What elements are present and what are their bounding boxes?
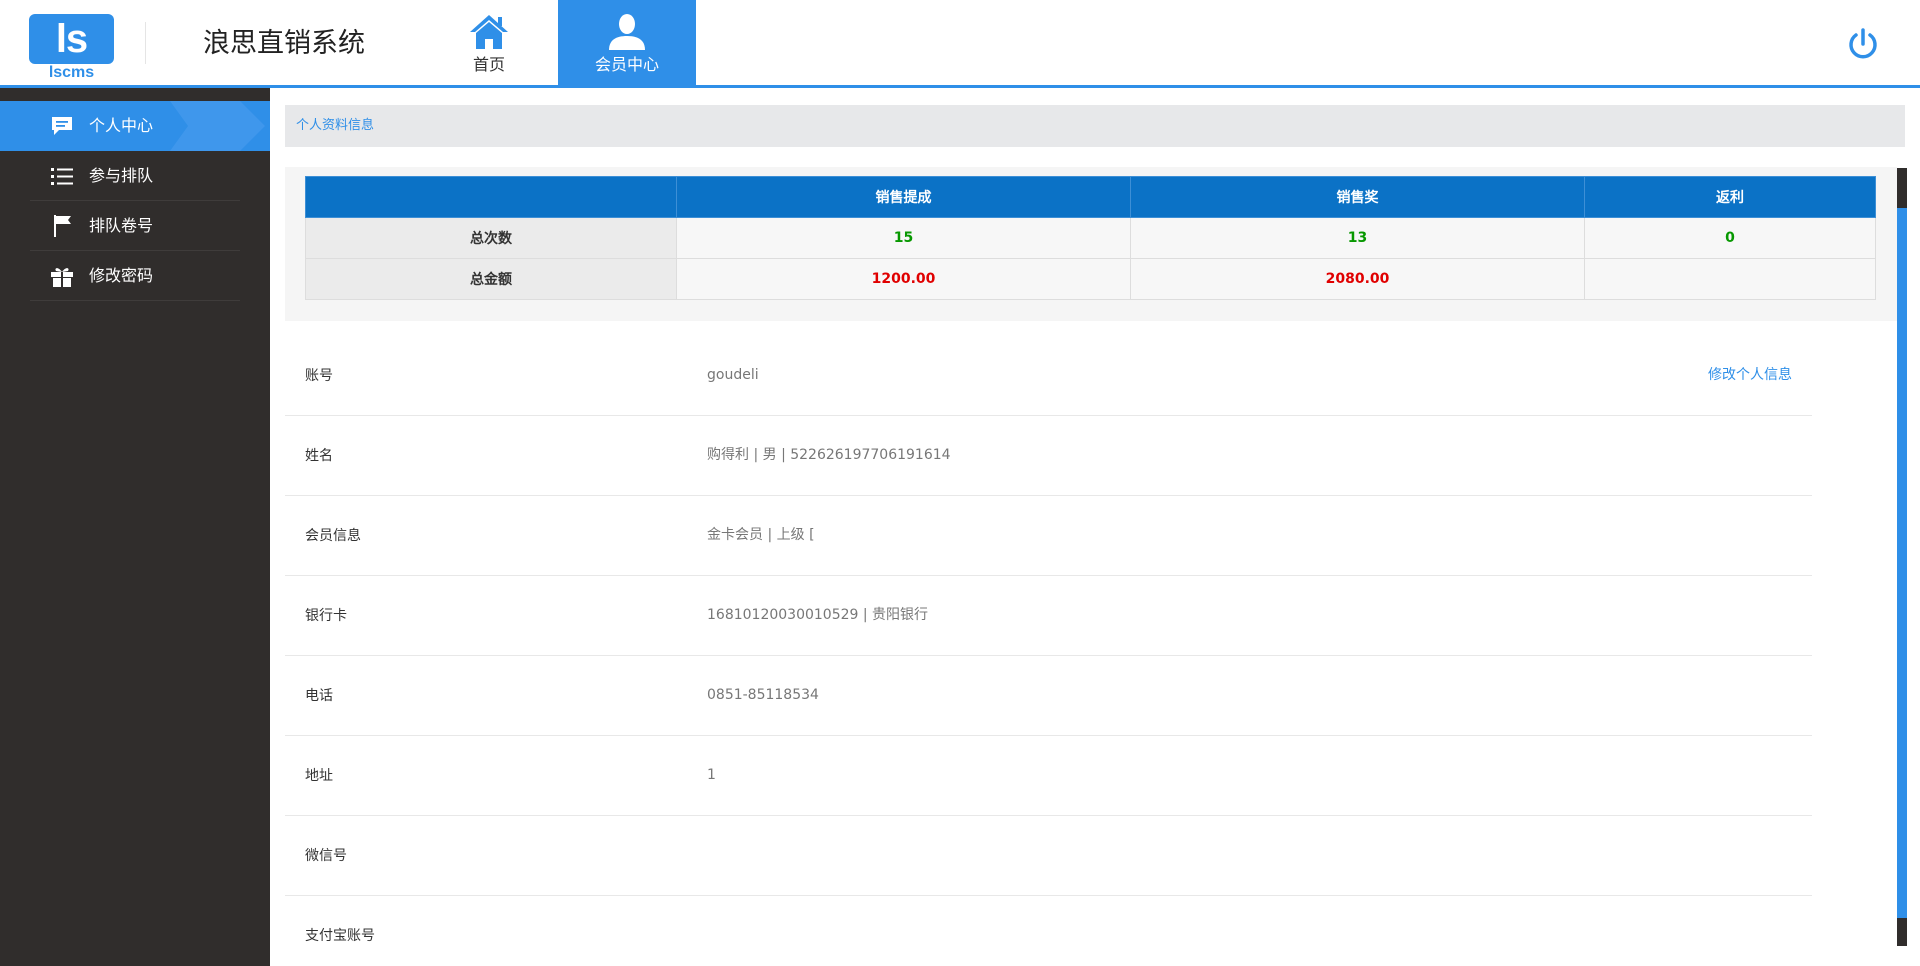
field-value: 购得利 | 男 | 522626197706191614 — [707, 447, 951, 463]
field-label: 账号 — [305, 368, 333, 384]
nav-home-label: 首页 — [472, 55, 505, 74]
gift-icon — [51, 268, 73, 287]
home-icon — [470, 15, 508, 49]
stats-value: 13 — [1130, 217, 1585, 259]
logo-subtitle: lscms — [48, 64, 95, 81]
list-item: 会员信息 金卡会员 | 上级 [ — [285, 496, 1812, 576]
stats-header-row: 销售提成 销售奖 返利 — [305, 176, 1876, 218]
list-item: 账号 goudeli — [285, 336, 1812, 416]
app-title: 浪思直销系统 — [203, 28, 365, 59]
chat-icon — [52, 117, 72, 135]
list-item: 支付宝账号 — [285, 896, 1812, 966]
stats-table: 销售提成 销售奖 返利 总次数 15 13 0 总金额 1200.00 2080… — [305, 176, 1876, 300]
scrollbar-thumb[interactable] — [1897, 168, 1907, 208]
power-icon[interactable] — [1846, 27, 1880, 61]
field-value: 1 — [707, 767, 716, 783]
field-value: 16810120030010529 | 贵阳银行 — [707, 607, 929, 623]
sidebar-item-personal-center[interactable]: 个人中心 — [0, 101, 270, 151]
user-icon — [609, 14, 645, 50]
field-value: 0851-85118534 — [707, 687, 819, 703]
edit-profile-link[interactable]: 修改个人信息 — [1708, 367, 1792, 383]
stats-header-cell: 返利 — [1584, 176, 1876, 218]
scrollbar-track[interactable] — [1897, 168, 1907, 946]
sidebar-item-label: 修改密码 — [89, 266, 154, 285]
scrollbar-end — [1897, 918, 1907, 946]
sidebar: 个人中心 参与排队 排队卷号 修改密码 — [0, 88, 270, 966]
field-value: goudeli — [707, 367, 759, 383]
field-label: 会员信息 — [305, 528, 361, 544]
stats-header-cell — [305, 176, 677, 218]
sidebar-item-label: 排队卷号 — [89, 216, 154, 235]
breadcrumb-label[interactable]: 个人资料信息 — [296, 118, 374, 134]
list-item: 电话 0851-85118534 — [285, 656, 1812, 736]
list-item: 微信号 — [285, 816, 1812, 896]
sidebar-item-join-queue[interactable]: 参与排队 — [30, 151, 240, 201]
stats-value: 15 — [676, 217, 1131, 259]
top-header: ls lscms 浪思直销系统 首页 会员中心 — [0, 0, 1920, 88]
nav-member-center[interactable]: 会员中心 — [558, 0, 696, 85]
field-label: 地址 — [305, 768, 333, 784]
active-arrow-decoration — [170, 101, 265, 151]
list-item: 地址 1 — [285, 736, 1812, 816]
sidebar-item-label: 个人中心 — [89, 116, 154, 135]
list-item: 银行卡 16810120030010529 | 贵阳银行 — [285, 576, 1812, 656]
table-row: 总金额 1200.00 2080.00 — [305, 258, 1876, 300]
table-row: 总次数 15 13 0 — [305, 217, 1876, 259]
header-divider — [145, 22, 146, 64]
list-item: 姓名 购得利 | 男 | 522626197706191614 — [285, 416, 1812, 496]
field-label: 姓名 — [305, 448, 333, 464]
nav-member-label: 会员中心 — [594, 55, 659, 74]
field-label: 微信号 — [305, 848, 347, 864]
sidebar-item-queue-number[interactable]: 排队卷号 — [30, 201, 240, 251]
sidebar-item-label: 参与排队 — [89, 166, 154, 185]
nav-home[interactable]: 首页 — [420, 0, 558, 85]
stats-value: 2080.00 — [1130, 258, 1585, 300]
flag-icon — [54, 215, 71, 237]
list-icon — [51, 168, 73, 185]
field-label: 支付宝账号 — [305, 928, 375, 944]
stats-header-cell: 销售奖 — [1130, 176, 1585, 218]
stats-value: 0 — [1584, 217, 1876, 259]
field-value: 金卡会员 | 上级 [ — [707, 527, 815, 543]
breadcrumb: 个人资料信息 — [285, 105, 1905, 147]
sidebar-item-change-password[interactable]: 修改密码 — [30, 251, 240, 301]
stats-value — [1584, 258, 1876, 300]
stats-panel: 销售提成 销售奖 返利 总次数 15 13 0 总金额 1200.00 2080… — [285, 167, 1897, 321]
field-label: 电话 — [305, 688, 333, 704]
field-label: 银行卡 — [305, 608, 347, 624]
stats-value: 1200.00 — [676, 258, 1131, 300]
stats-row-label: 总次数 — [305, 217, 677, 259]
logo[interactable]: ls — [29, 14, 114, 64]
stats-header-cell: 销售提成 — [676, 176, 1131, 218]
stats-row-label: 总金额 — [305, 258, 677, 300]
